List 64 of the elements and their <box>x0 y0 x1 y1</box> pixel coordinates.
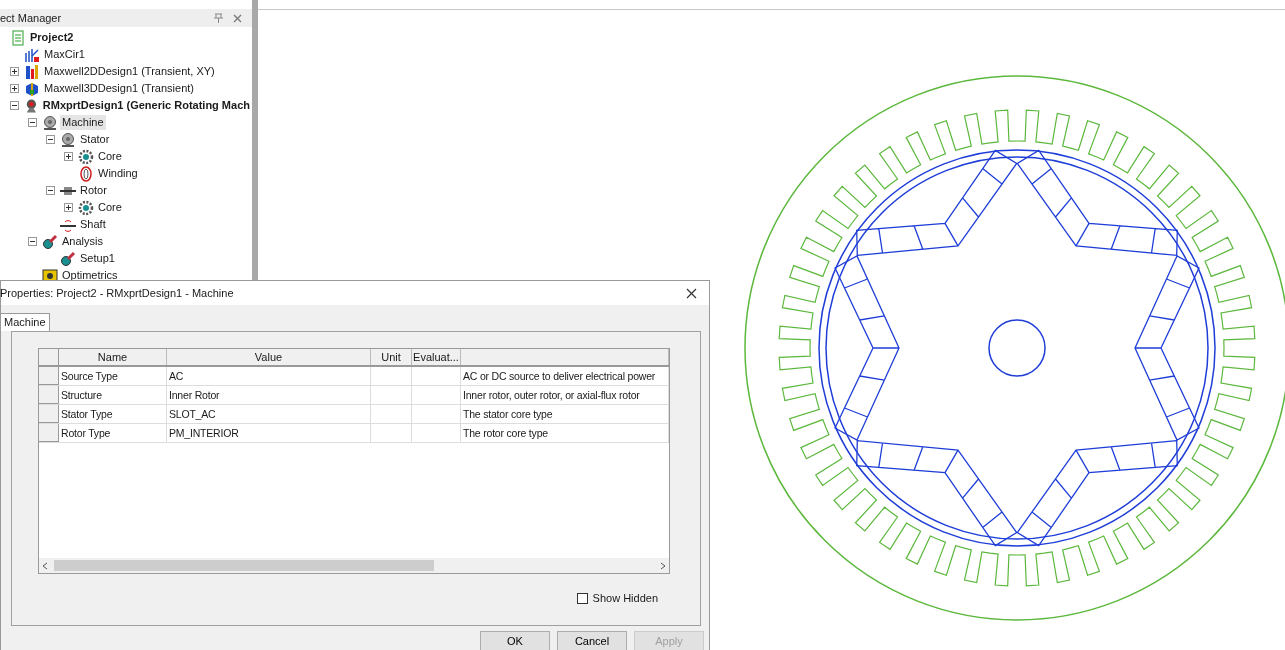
expand-toggle[interactable] <box>46 186 55 195</box>
tree-item[interactable]: Optimetrics <box>60 268 120 283</box>
gear-icon <box>78 148 94 165</box>
tree-item[interactable]: Project2 <box>28 30 76 45</box>
expand-toggle[interactable] <box>10 84 19 93</box>
probe-icon <box>42 233 58 250</box>
dialog-button[interactable]: Cancel <box>557 631 627 650</box>
table-cell: AC <box>167 367 371 385</box>
circuit-icon <box>24 46 40 63</box>
motor-icon <box>42 114 58 131</box>
expand-toggle[interactable] <box>64 203 73 212</box>
tree-item[interactable]: Machine <box>60 115 106 130</box>
tree-item[interactable]: Core <box>96 200 124 215</box>
medal-icon <box>24 97 39 114</box>
tree-item[interactable]: Stator <box>78 132 112 147</box>
tree-item[interactable]: Maxwell3DDesign1 (Transient) <box>42 81 196 96</box>
panel-title: ect Manager <box>0 10 62 26</box>
tab[interactable]: Machine <box>1 313 50 331</box>
bar-chart-icon <box>24 63 40 80</box>
table-cell: PM_INTERIOR <box>167 424 371 442</box>
tree-item[interactable]: Analysis <box>60 234 105 249</box>
expand-toggle[interactable] <box>64 152 73 161</box>
pin-icon[interactable] <box>214 13 223 23</box>
expand-toggle[interactable] <box>10 67 19 76</box>
expand-toggle[interactable] <box>46 135 55 144</box>
expand-toggle[interactable] <box>28 118 37 127</box>
table-cell: AC or DC source to deliver electrical power <box>461 367 669 385</box>
tree-item[interactable]: Setup1 <box>78 251 117 266</box>
dialog-button[interactable]: OK <box>480 631 550 650</box>
checkbox[interactable] <box>576 592 588 604</box>
scroll-left-icon[interactable] <box>42 561 48 570</box>
tree-item[interactable]: Rotor <box>78 183 109 198</box>
table-cell: Stator Type <box>59 405 167 423</box>
gear-icon <box>78 199 94 216</box>
tree-item[interactable]: Winding <box>96 166 140 181</box>
project-icon <box>10 29 26 46</box>
motor-icon <box>60 131 76 148</box>
table-cell: Source Type <box>59 367 167 385</box>
table-cell: Structure <box>59 386 167 404</box>
column-header[interactable]: Unit <box>371 349 412 365</box>
column-header[interactable]: Evaluat... <box>412 349 461 365</box>
column-header[interactable]: Value <box>167 349 371 365</box>
close-icon[interactable] <box>686 287 697 299</box>
table-cell: Rotor Type <box>59 424 167 442</box>
coil-icon <box>78 165 94 182</box>
tree-item[interactable]: Core <box>96 149 124 164</box>
table-cell: SLOT_AC <box>167 405 371 423</box>
table-cell: Inner rotor, outer rotor, or axial-flux rotor <box>461 386 669 404</box>
expand-toggle[interactable] <box>10 101 19 110</box>
table-cell: Inner Rotor <box>167 386 371 404</box>
probe-icon <box>60 250 76 267</box>
column-header[interactable]: Name <box>59 349 167 365</box>
cube-icon <box>24 80 40 97</box>
dialog-title: Properties: Project2 - RMxprtDesign1 - Machine <box>0 285 234 301</box>
tree-item[interactable]: Shaft <box>78 217 108 232</box>
checkbox-label: Show Hidden <box>592 591 658 606</box>
tree-item[interactable]: MaxCir1 <box>42 47 87 62</box>
scroll-right-icon[interactable] <box>660 561 666 570</box>
tree-item[interactable]: Maxwell2DDesign1 (Transient, XY) <box>42 64 217 79</box>
expand-toggle[interactable] <box>28 237 37 246</box>
horizontal-scrollbar[interactable] <box>39 558 669 573</box>
table-cell: The rotor core type <box>461 424 669 442</box>
tree-item[interactable]: RMxprtDesign1 (Generic Rotating Mach <box>40 98 252 113</box>
table-cell: The stator core type <box>461 405 669 423</box>
